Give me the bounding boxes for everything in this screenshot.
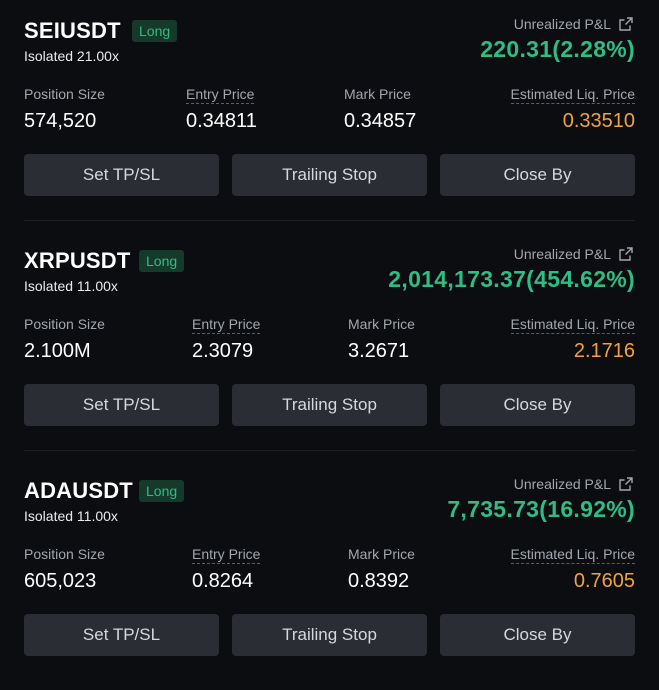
position-size-label: Position Size bbox=[24, 546, 105, 562]
entry-price-value: 0.8264 bbox=[192, 570, 254, 592]
margin-mode[interactable]: Isolated 21.00x bbox=[24, 48, 119, 64]
set-tpsl-button[interactable]: Set TP/SL bbox=[24, 384, 219, 426]
position-card: ADAUSDT Long Isolated 11.00x Unrealized … bbox=[0, 460, 659, 690]
divider bbox=[24, 220, 635, 221]
pnl-value: 2,014,173.37(454.62%) bbox=[388, 266, 635, 292]
liq-price-value: 0.33510 bbox=[562, 110, 635, 132]
mark-price-label: Mark Price bbox=[348, 546, 415, 562]
pnl-value: 7,735.73(16.92%) bbox=[447, 496, 635, 522]
position-size-label: Position Size bbox=[24, 86, 105, 102]
pnl-label-row: Unrealized P&L bbox=[514, 246, 633, 262]
mark-price-value: 3.2671 bbox=[348, 340, 410, 362]
trailing-stop-button[interactable]: Trailing Stop bbox=[232, 154, 427, 196]
close-by-button[interactable]: Close By bbox=[440, 154, 635, 196]
entry-price-label[interactable]: Entry Price bbox=[192, 316, 261, 334]
close-by-button[interactable]: Close By bbox=[440, 384, 635, 426]
external-link-icon[interactable] bbox=[619, 477, 633, 491]
liq-price-value: 2.1716 bbox=[573, 340, 635, 362]
set-tpsl-button[interactable]: Set TP/SL bbox=[24, 614, 219, 656]
entry-price-value: 2.3079 bbox=[192, 340, 254, 362]
position-symbol[interactable]: ADAUSDT bbox=[24, 478, 133, 504]
entry-price-value: 0.34811 bbox=[186, 110, 257, 132]
set-tpsl-button[interactable]: Set TP/SL bbox=[24, 154, 219, 196]
position-symbol[interactable]: SEIUSDT bbox=[24, 18, 121, 44]
liq-price-label[interactable]: Estimated Liq. Price bbox=[510, 86, 635, 104]
margin-mode[interactable]: Isolated 11.00x bbox=[24, 278, 118, 294]
position-size-value: 605,023 bbox=[24, 570, 97, 592]
trailing-stop-button[interactable]: Trailing Stop bbox=[232, 384, 427, 426]
position-size-label: Position Size bbox=[24, 316, 105, 332]
pnl-label: Unrealized P&L bbox=[513, 246, 611, 262]
position-size-value: 574,520 bbox=[24, 110, 97, 132]
pnl-label-row: Unrealized P&L bbox=[514, 16, 633, 32]
position-symbol[interactable]: XRPUSDT bbox=[24, 248, 131, 274]
side-badge: Long bbox=[139, 250, 185, 272]
trailing-stop-button[interactable]: Trailing Stop bbox=[232, 614, 427, 656]
liq-price-label[interactable]: Estimated Liq. Price bbox=[510, 316, 635, 334]
side-badge: Long bbox=[132, 20, 178, 42]
mark-price-value: 0.8392 bbox=[348, 570, 410, 592]
mark-price-label: Mark Price bbox=[348, 316, 415, 332]
mark-price-value: 0.34857 bbox=[344, 110, 417, 132]
margin-mode[interactable]: Isolated 11.00x bbox=[24, 508, 118, 524]
pnl-label: Unrealized P&L bbox=[513, 476, 611, 492]
external-link-icon[interactable] bbox=[619, 247, 633, 261]
pnl-value: 220.31(2.28%) bbox=[480, 36, 635, 62]
liq-price-label[interactable]: Estimated Liq. Price bbox=[510, 546, 635, 564]
pnl-label-row: Unrealized P&L bbox=[514, 476, 633, 492]
entry-price-label[interactable]: Entry Price bbox=[192, 546, 261, 564]
entry-price-label[interactable]: Entry Price bbox=[186, 86, 255, 104]
position-card: SEIUSDT Long Isolated 21.00x Unrealized … bbox=[0, 0, 659, 230]
pnl-label: Unrealized P&L bbox=[513, 16, 611, 32]
mark-price-label: Mark Price bbox=[344, 86, 411, 102]
external-link-icon[interactable] bbox=[619, 17, 633, 31]
position-card: XRPUSDT Long Isolated 11.00x Unrealized … bbox=[0, 230, 659, 460]
position-size-value: 2.100M bbox=[24, 340, 91, 362]
liq-price-value: 0.7605 bbox=[573, 570, 635, 592]
divider bbox=[24, 450, 635, 451]
side-badge: Long bbox=[139, 480, 185, 502]
close-by-button[interactable]: Close By bbox=[440, 614, 635, 656]
